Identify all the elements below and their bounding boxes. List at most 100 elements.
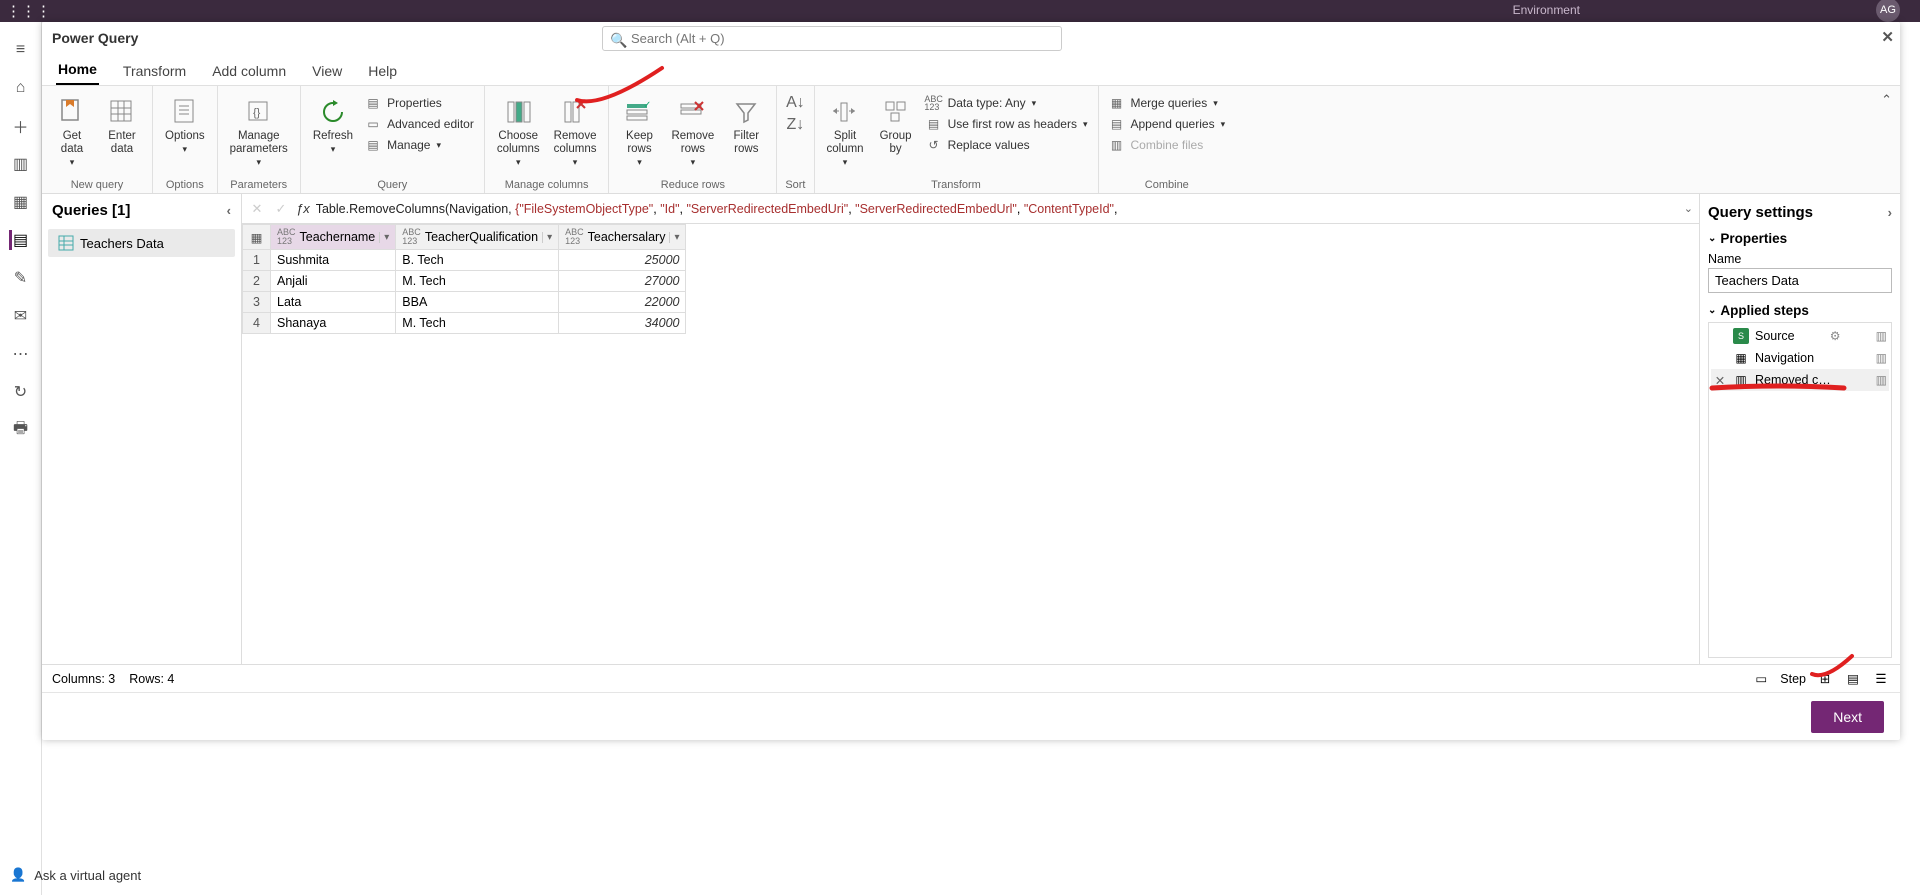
data-grid[interactable]: ▦ ABC123Teachername▾ ABC123TeacherQualif… <box>242 224 1699 664</box>
next-button[interactable]: Next <box>1811 701 1884 733</box>
column-dropdown-icon[interactable]: ▾ <box>669 232 679 243</box>
ask-virtual-agent[interactable]: 👤 Ask a virtual agent <box>10 867 190 883</box>
data-type-button[interactable]: ABC123Data type: Any ▾ <box>924 94 1090 112</box>
column-header-teacherqualification[interactable]: ABC123TeacherQualification▾ <box>396 225 559 250</box>
print-icon[interactable]: 🖶 <box>11 420 31 440</box>
query-name-input[interactable] <box>1708 268 1892 293</box>
split-column-button[interactable]: Split column▾ <box>823 94 868 171</box>
sort-desc-button[interactable]: Z↓ <box>785 116 805 134</box>
properties-button[interactable]: ▤Properties <box>363 94 476 112</box>
properties-section[interactable]: ⌄Properties <box>1708 231 1892 246</box>
tab-home[interactable]: Home <box>56 55 99 85</box>
column-header-teachersalary[interactable]: ABC123Teachersalary▾ <box>559 225 686 250</box>
table-row[interactable]: 1SushmitaB. Tech25000 <box>243 250 686 271</box>
tab-transform[interactable]: Transform <box>121 57 188 85</box>
waffle-icon[interactable]: ⋮⋮⋮ <box>6 2 51 20</box>
book-icon[interactable]: ▥ <box>11 154 31 174</box>
column-header-teachername[interactable]: ABC123Teachername▾ <box>271 225 396 250</box>
manage-button[interactable]: ▤Manage ▾ <box>363 136 476 154</box>
step-detail-icon[interactable]: ▥ <box>1876 329 1887 343</box>
dialog-footer: Next <box>42 692 1900 740</box>
diagram-view-icon[interactable]: ⊞ <box>1816 670 1834 688</box>
cell-salary[interactable]: 22000 <box>559 292 686 313</box>
agent-label: Ask a virtual agent <box>34 868 141 883</box>
history-icon[interactable]: ↻ <box>11 382 31 402</box>
applied-steps-section[interactable]: ⌄Applied steps <box>1708 303 1892 318</box>
remove-columns-icon <box>559 96 591 128</box>
avatar[interactable]: AG <box>1876 0 1900 22</box>
step-source[interactable]: S Source ⚙ ▥ <box>1711 325 1889 347</box>
enter-data-button[interactable]: Enter data <box>100 94 144 158</box>
delete-step-icon[interactable]: ✕ <box>1713 373 1727 388</box>
more-icon[interactable]: ⋯ <box>11 344 31 364</box>
step-view-icon[interactable]: ▭ <box>1752 670 1770 688</box>
table-row[interactable]: 4ShanayaM. Tech34000 <box>243 313 686 334</box>
expand-settings-icon[interactable]: › <box>1888 205 1892 220</box>
hamburger-icon[interactable]: ≡ <box>11 40 31 60</box>
first-row-headers-button[interactable]: ▤Use first row as headers ▾ <box>924 115 1090 133</box>
refresh-button[interactable]: Refresh▾ <box>309 94 357 158</box>
step-detail-icon[interactable]: ▥ <box>1876 373 1887 387</box>
group-label-combine: Combine <box>1145 177 1189 191</box>
column-dropdown-icon[interactable]: ▾ <box>379 232 389 243</box>
remove-rows-button[interactable]: Remove rows▾ <box>667 94 718 171</box>
tab-help[interactable]: Help <box>366 57 399 85</box>
step-navigation[interactable]: ▦ Navigation ▥ <box>1711 347 1889 369</box>
add-icon[interactable]: ＋ <box>11 116 31 136</box>
get-data-button[interactable]: Get data▾ <box>50 94 94 171</box>
collapse-ribbon-icon[interactable]: ⌃ <box>1881 92 1892 108</box>
home-icon[interactable]: ⌂ <box>11 78 31 98</box>
group-by-button[interactable]: Group by <box>874 94 918 158</box>
replace-values-label: Replace values <box>948 138 1030 152</box>
collapse-queries-icon[interactable]: ‹ <box>227 203 231 218</box>
table-corner[interactable]: ▦ <box>243 225 271 250</box>
replace-values-button[interactable]: ↺Replace values <box>924 136 1090 154</box>
cell-salary[interactable]: 34000 <box>559 313 686 334</box>
tab-add-column[interactable]: Add column <box>210 57 288 85</box>
sort-asc-button[interactable]: A↓ <box>785 94 805 112</box>
formula-expand-icon[interactable]: ⌄ <box>1684 202 1693 215</box>
merge-queries-button[interactable]: ▦Merge queries ▾ <box>1107 94 1228 112</box>
options-button[interactable]: Options▾ <box>161 94 209 158</box>
table-icon[interactable]: ▤ <box>9 230 29 250</box>
advanced-editor-button[interactable]: ▭Advanced editor <box>363 115 476 133</box>
cell-name[interactable]: Shanaya <box>271 313 396 334</box>
filter-rows-button[interactable]: Filter rows <box>724 94 768 158</box>
step-removed-columns[interactable]: ✕ ▥ Removed c… ▥ <box>1711 369 1889 391</box>
manage-parameters-button[interactable]: {} Manage parameters▾ <box>226 94 292 171</box>
search-input[interactable] <box>602 26 1062 51</box>
envelope-icon[interactable]: ✉ <box>11 306 31 326</box>
step-detail-icon[interactable]: ▥ <box>1876 351 1887 365</box>
fx-icon[interactable]: ƒx <box>296 201 310 216</box>
gear-icon[interactable]: ⚙ <box>1830 329 1841 343</box>
queries-header: Queries [1] ‹ <box>42 194 241 227</box>
cell-name[interactable]: Sushmita <box>271 250 396 271</box>
formula-cancel-icon[interactable]: ✕ <box>248 200 266 218</box>
table-row[interactable]: 3LataBBA22000 <box>243 292 686 313</box>
grid-icon[interactable]: ▦ <box>11 192 31 212</box>
table-row[interactable]: 2AnjaliM. Tech27000 <box>243 271 686 292</box>
properties-icon: ▤ <box>365 95 381 111</box>
append-queries-button[interactable]: ▤Append queries ▾ <box>1107 115 1228 133</box>
keep-rows-button[interactable]: ✓ Keep rows▾ <box>617 94 661 171</box>
schema-view-icon[interactable]: ▤ <box>1844 670 1862 688</box>
query-item-teachers-data[interactable]: Teachers Data <box>48 229 235 257</box>
analytics-icon[interactable]: ✎ <box>11 268 31 288</box>
cell-salary[interactable]: 27000 <box>559 271 686 292</box>
cell-salary[interactable]: 25000 <box>559 250 686 271</box>
cell-qualification[interactable]: M. Tech <box>396 313 559 334</box>
close-icon[interactable]: ✕ <box>1881 28 1894 46</box>
cell-qualification[interactable]: BBA <box>396 292 559 313</box>
cell-name[interactable]: Anjali <box>271 271 396 292</box>
formula-text[interactable]: Table.RemoveColumns(Navigation, {"FileSy… <box>316 201 1678 216</box>
cell-qualification[interactable]: M. Tech <box>396 271 559 292</box>
column-dropdown-icon[interactable]: ▾ <box>542 232 552 243</box>
list-view-icon[interactable]: ☰ <box>1872 670 1890 688</box>
formula-commit-icon[interactable]: ✓ <box>272 200 290 218</box>
settings-header-label: Query settings <box>1708 204 1813 221</box>
remove-columns-button[interactable]: Remove columns▾ <box>550 94 601 171</box>
cell-name[interactable]: Lata <box>271 292 396 313</box>
choose-columns-button[interactable]: Choose columns▾ <box>493 94 544 171</box>
cell-qualification[interactable]: B. Tech <box>396 250 559 271</box>
tab-view[interactable]: View <box>310 57 344 85</box>
